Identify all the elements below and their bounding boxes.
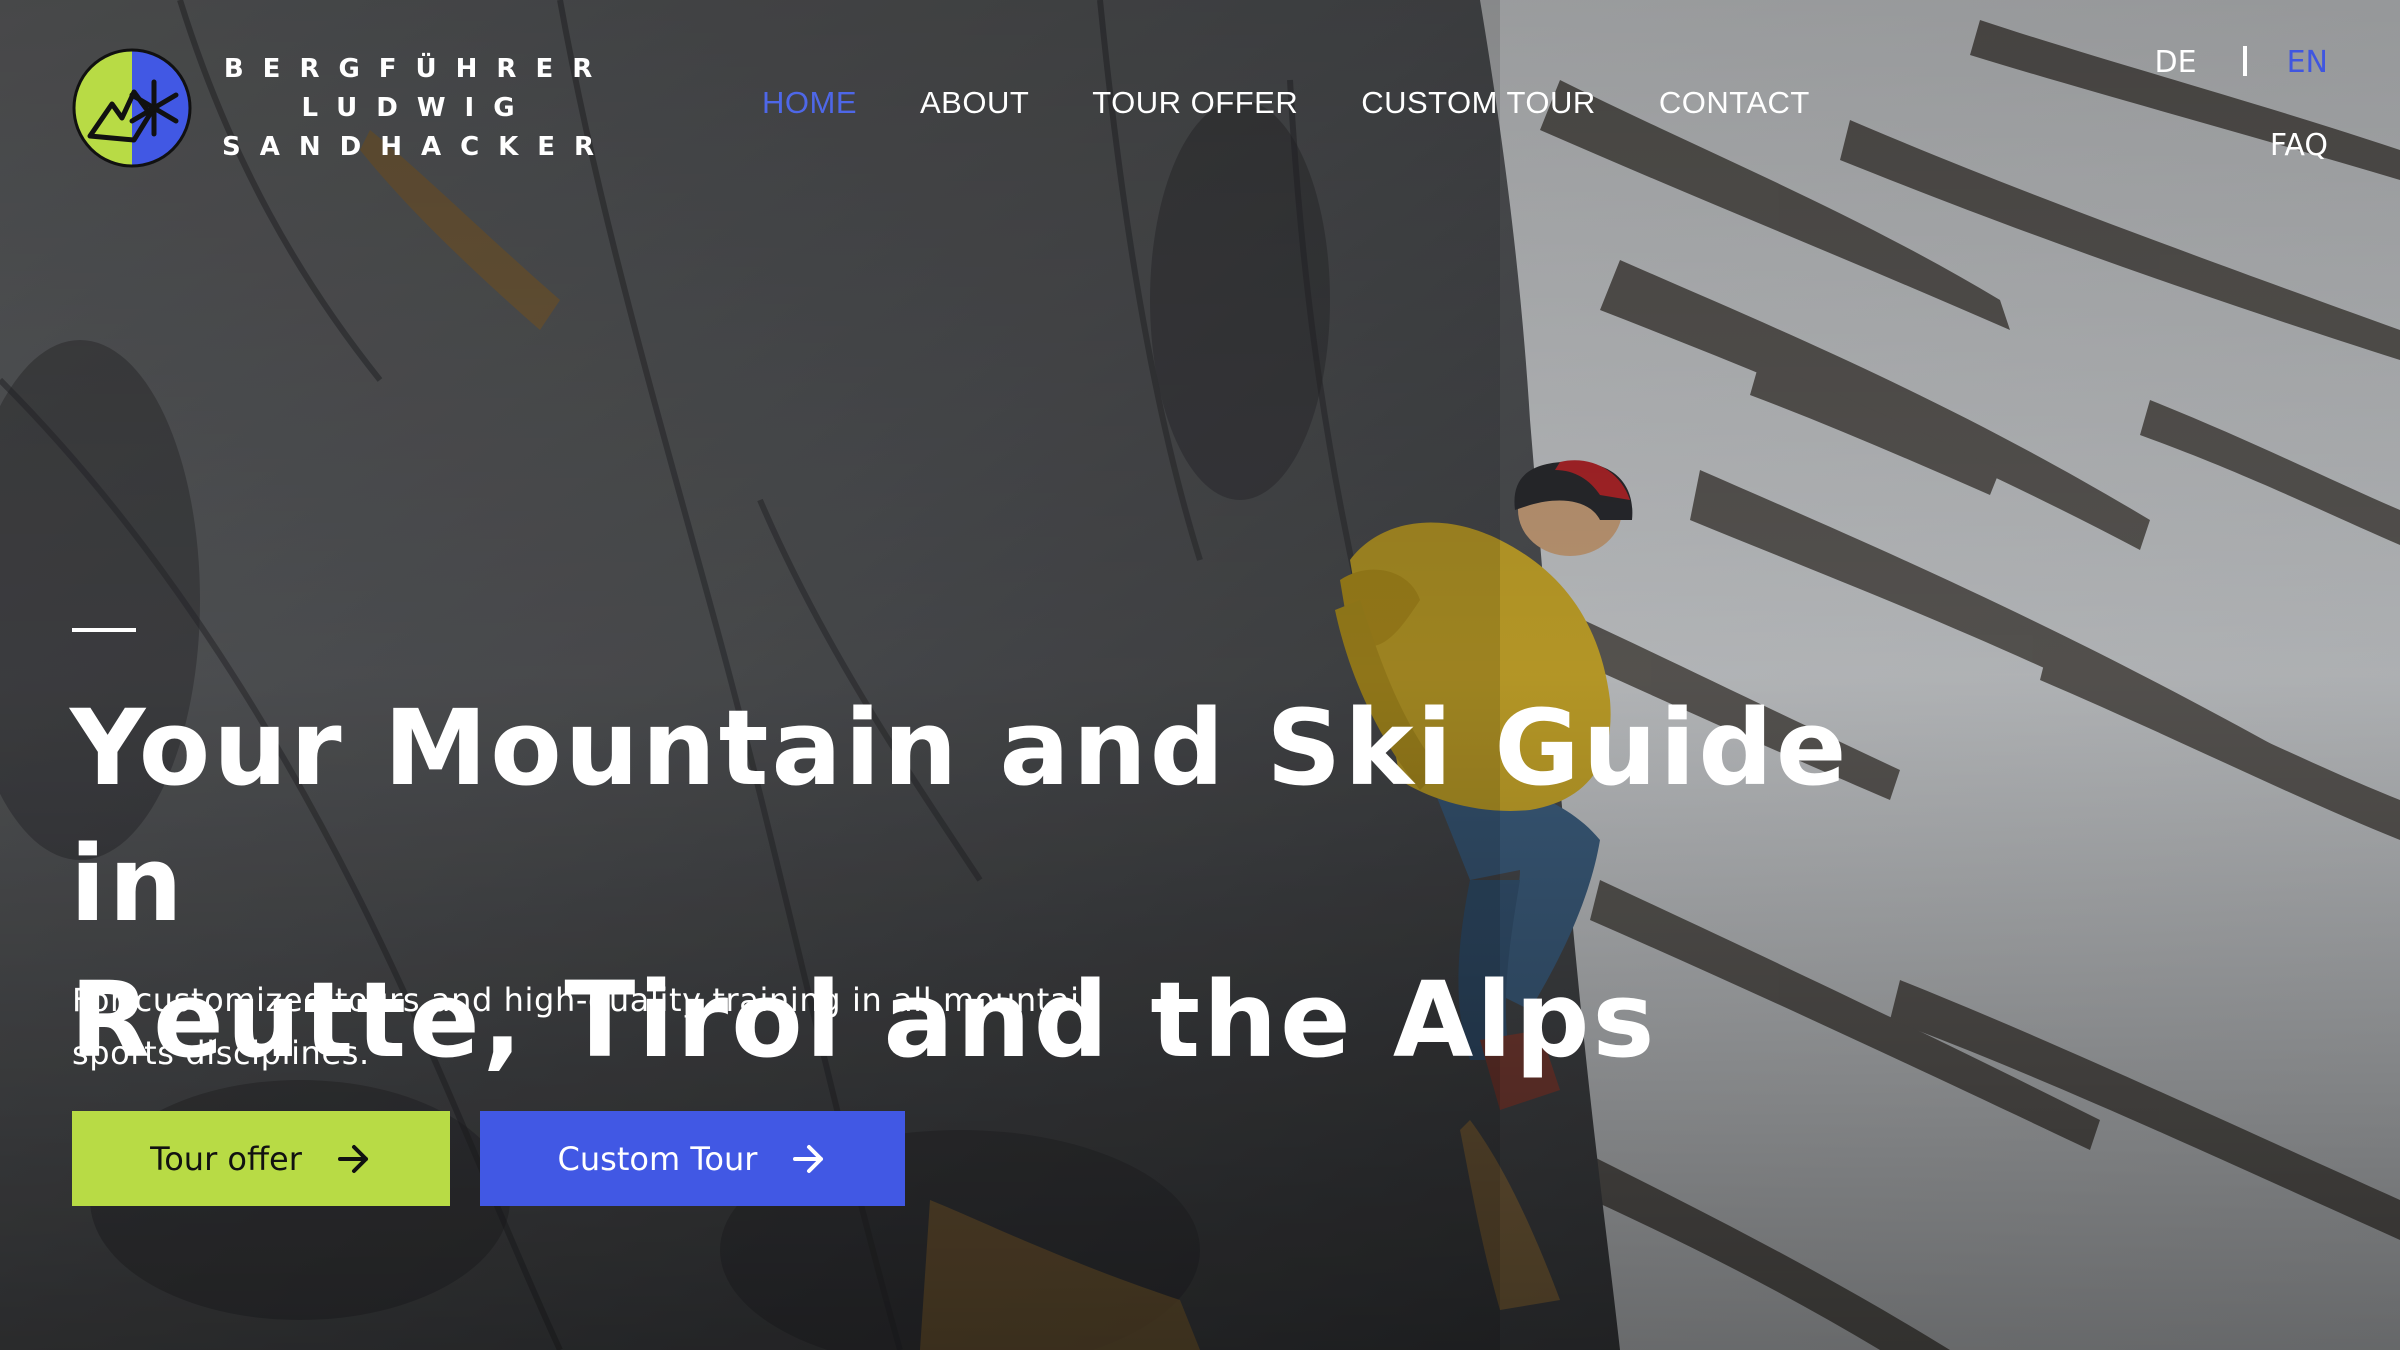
nav-item-contact[interactable]: CONTACT (1659, 85, 1810, 121)
main-navigation: HOME ABOUT TOUR OFFER CUSTOM TOUR CONTAC… (762, 85, 1873, 121)
language-divider (2242, 45, 2247, 76)
tour-offer-button[interactable]: Tour offer (72, 1111, 450, 1206)
custom-tour-button[interactable]: Custom Tour (480, 1111, 905, 1206)
brand-name-line-2: LUDWIG (301, 92, 534, 123)
hero-subtitle-line-1: For customized tours and high-quality tr… (72, 981, 1101, 1019)
nav-item-about[interactable]: ABOUT (920, 85, 1029, 121)
language-option-en[interactable]: EN (2287, 45, 2328, 80)
nav-item-custom-tour[interactable]: CUSTOM TOUR (1361, 85, 1596, 121)
custom-tour-button-label: Custom Tour (557, 1139, 758, 1178)
hero-title-line-1: Your Mountain and Ski Guide in (70, 687, 1850, 945)
hero-accent-line (72, 628, 136, 632)
nav-item-tour-offer[interactable]: TOUR OFFER (1092, 85, 1298, 121)
hero-subtitle: For customized tours and high-quality tr… (72, 974, 1152, 1080)
hero-subtitle-line-2: sports disciplines. (72, 1034, 370, 1072)
mountain-snowflake-logo-icon (72, 48, 192, 168)
arrow-right-icon (793, 1144, 824, 1173)
nav-item-home[interactable]: HOME (762, 85, 857, 121)
brand-logo[interactable]: BERGFÜHRER LUDWIG SANDHACKER (72, 48, 613, 168)
language-switcher: DE EN (2155, 45, 2328, 80)
tour-offer-button-label: Tour offer (150, 1139, 302, 1178)
brand-name-line-1: BERGFÜHRER (223, 53, 612, 84)
faq-link[interactable]: FAQ (2270, 128, 2328, 163)
language-option-de[interactable]: DE (2155, 45, 2197, 80)
arrow-right-icon (337, 1144, 368, 1173)
brand-name-line-3: SANDHACKER (222, 131, 614, 162)
brand-name: BERGFÜHRER LUDWIG SANDHACKER (222, 50, 613, 167)
